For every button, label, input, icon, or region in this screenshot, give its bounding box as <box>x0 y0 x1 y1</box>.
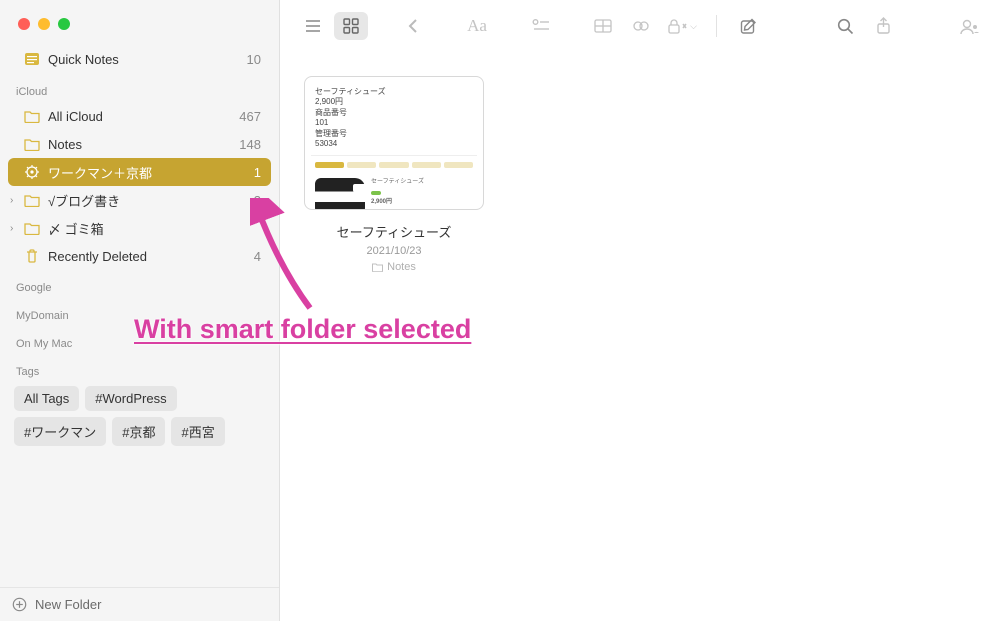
minimize-window-button[interactable] <box>38 18 50 30</box>
sidebar-item-count: 1 <box>254 165 267 180</box>
window-controls <box>0 0 279 44</box>
share-button[interactable] <box>866 12 900 40</box>
plus-circle-icon <box>12 597 27 612</box>
view-list-button[interactable] <box>296 12 330 40</box>
search-button[interactable] <box>828 12 862 40</box>
compose-button[interactable] <box>731 12 765 40</box>
sidebar-item-recently-deleted[interactable]: Recently Deleted 4 <box>0 242 279 270</box>
notes-grid: セーフティシューズ 2,900円 商品番号 101 管理番号 53034 セーフ… <box>280 52 1002 621</box>
main-area: Aa ⌵ <box>280 0 1002 621</box>
sidebar-item-blog[interactable]: › √ブログ書き 3 <box>0 186 279 214</box>
tag-nishinomiya[interactable]: #西宮 <box>171 417 224 446</box>
sidebar-item-count: 467 <box>239 109 267 124</box>
back-button[interactable] <box>396 12 430 40</box>
tag-workman[interactable]: #ワークマン <box>14 417 106 446</box>
table-button[interactable] <box>586 12 620 40</box>
sidebar-item-label: ワークマン＋京都 <box>48 163 254 182</box>
sidebar-item-label: All iCloud <box>48 109 239 124</box>
chevron-right-icon[interactable]: › <box>10 223 20 234</box>
tags-container: All Tags #WordPress #ワークマン #京都 #西宮 <box>0 382 279 450</box>
note-card[interactable]: セーフティシューズ 2,900円 商品番号 101 管理番号 53034 セーフ… <box>304 76 484 273</box>
sidebar-item-count: 4 <box>254 249 267 264</box>
format-text-button[interactable]: Aa <box>458 12 496 40</box>
close-window-button[interactable] <box>18 18 30 30</box>
checklist-button[interactable] <box>524 12 558 40</box>
thumb-text: 商品番号 <box>315 108 473 118</box>
note-folder-label: Notes <box>387 261 416 273</box>
folder-icon <box>24 136 40 152</box>
thumb-text: 53034 <box>315 139 473 149</box>
thumb-text: 101 <box>315 118 473 128</box>
sidebar-item-count: 148 <box>239 137 267 152</box>
sidebar-item-notes[interactable]: Notes 148 <box>0 130 279 158</box>
tag-wordpress[interactable]: #WordPress <box>85 386 176 411</box>
sidebar-item-label: Recently Deleted <box>48 249 254 264</box>
trash-icon <box>24 248 40 264</box>
section-header-mydomain[interactable]: MyDomain <box>0 298 279 326</box>
thumb-text: 2,900円 <box>371 198 424 206</box>
sidebar-item-all-icloud[interactable]: All iCloud 467 <box>0 102 279 130</box>
sidebar-item-count: 3 <box>254 193 267 208</box>
thumb-text: 2,900円 <box>315 97 473 107</box>
sidebar-item-trash-folder[interactable]: › 〆 ゴミ箱 <box>0 214 279 242</box>
tag-all[interactable]: All Tags <box>14 386 79 411</box>
chevron-right-icon[interactable]: › <box>10 195 20 206</box>
folder-icon <box>372 262 383 272</box>
note-folder: Notes <box>304 261 484 273</box>
toolbar-separator <box>716 15 717 37</box>
section-header-google[interactable]: Google <box>0 270 279 298</box>
maximize-window-button[interactable] <box>58 18 70 30</box>
shoe-image <box>315 178 365 210</box>
new-folder-button[interactable]: New Folder <box>0 587 279 621</box>
section-header-onmymac[interactable]: On My Mac <box>0 326 279 354</box>
sidebar-item-label: Quick Notes <box>48 52 247 67</box>
sidebar: Quick Notes 10 iCloud All iCloud 467 Not… <box>0 0 280 621</box>
sidebar-item-label: √ブログ書き <box>48 191 254 210</box>
new-folder-label: New Folder <box>35 597 101 612</box>
sidebar-item-smart-folder[interactable]: ワークマン＋京都 1 <box>8 158 271 186</box>
thumb-text: セーフティシューズ <box>371 178 424 186</box>
note-thumbnail: セーフティシューズ 2,900円 商品番号 101 管理番号 53034 セーフ… <box>304 76 484 210</box>
sidebar-item-label: Notes <box>48 137 239 152</box>
tag-kyoto[interactable]: #京都 <box>112 417 165 446</box>
folder-icon <box>24 220 40 236</box>
quick-notes-icon <box>24 51 40 67</box>
link-button[interactable] <box>624 12 658 40</box>
section-header-tags[interactable]: Tags <box>0 354 279 382</box>
section-header-icloud[interactable]: iCloud <box>0 74 279 102</box>
gear-icon <box>24 164 40 180</box>
note-title: セーフティシューズ <box>304 222 484 241</box>
thumb-text: 管理番号 <box>315 129 473 139</box>
lock-button[interactable]: ⌵ <box>662 12 702 40</box>
sidebar-item-label: 〆 ゴミ箱 <box>48 219 261 238</box>
collaborate-button[interactable] <box>952 12 986 40</box>
folder-icon <box>24 108 40 124</box>
toolbar: Aa ⌵ <box>280 0 1002 52</box>
note-date: 2021/10/23 <box>304 245 484 257</box>
sidebar-item-quick-notes[interactable]: Quick Notes 10 <box>0 44 279 74</box>
view-grid-button[interactable] <box>334 12 368 40</box>
sidebar-item-count: 10 <box>247 52 267 67</box>
folder-icon <box>24 192 40 208</box>
thumb-text: セーフティシューズ <box>315 87 473 97</box>
